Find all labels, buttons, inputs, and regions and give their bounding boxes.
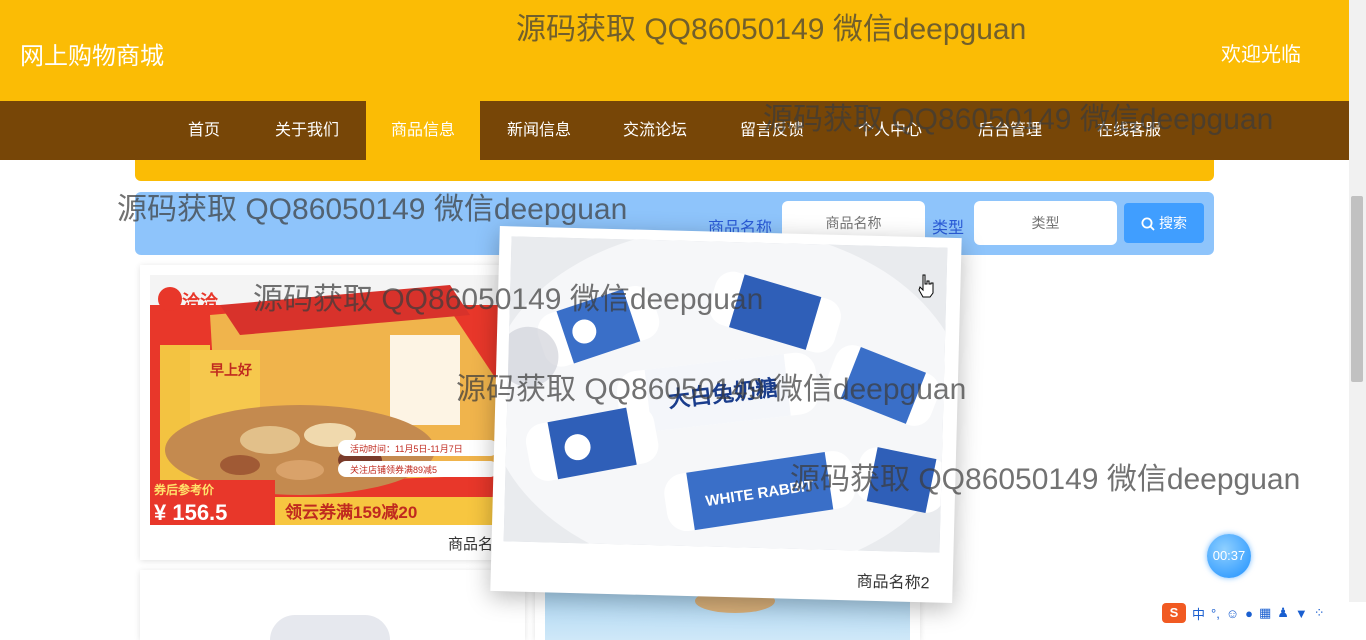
nav-item-feedback[interactable]: 留言反馈 xyxy=(727,101,817,160)
header: 网上购物商城 欢迎光临 xyxy=(0,0,1349,101)
product-image xyxy=(270,615,390,640)
welcome-text: 欢迎光临 xyxy=(1221,44,1301,66)
product-name: 商品名称2 xyxy=(856,573,930,593)
nav-item-forum[interactable]: 交流论坛 xyxy=(610,101,700,160)
product-card[interactable] xyxy=(140,570,525,640)
snack-box-title: 早上好 xyxy=(210,362,252,378)
ime-language[interactable]: 中 xyxy=(1192,604,1205,623)
search-button-label: 搜索 xyxy=(1159,215,1187,231)
emoji-icon[interactable]: ☺ xyxy=(1226,606,1239,621)
banner-strip xyxy=(135,160,1214,181)
scrollbar-thumb[interactable] xyxy=(1351,196,1363,382)
product-image[interactable]: 洽洽 早上好 活动时间：11月5日-11月7日 关注店铺领券满89减5 券后参考… xyxy=(150,275,515,525)
type-input[interactable] xyxy=(974,201,1117,245)
snack-coupon: 领云券满159减20 xyxy=(285,502,417,522)
skin-icon[interactable]: ▼ xyxy=(1295,606,1308,621)
user-icon[interactable]: ♟ xyxy=(1277,605,1289,621)
snack-promo-1: 活动时间：11月5日-11月7日 xyxy=(350,443,463,454)
nav-item-about[interactable]: 关于我们 xyxy=(262,101,352,160)
hand-cursor-icon xyxy=(918,274,934,298)
nav-item-products[interactable]: 商品信息 xyxy=(366,101,480,160)
ime-toolbar: S 中 °, ☺ ● ▦ ♟ ▼ ⁘ xyxy=(1158,602,1366,624)
grid-menu-icon[interactable]: ⁘ xyxy=(1314,605,1325,621)
search-icon xyxy=(1141,217,1155,231)
punctuation-icon[interactable]: °, xyxy=(1211,606,1220,621)
nav-item-admin[interactable]: 后台管理 xyxy=(965,101,1055,160)
nav-item-news[interactable]: 新闻信息 xyxy=(494,101,584,160)
product-image[interactable]: 大白兔奶糖 WHITE RABBIT xyxy=(503,236,948,553)
microphone-icon[interactable]: ● xyxy=(1245,606,1253,621)
main-nav: 首页 关于我们 商品信息 新闻信息 交流论坛 留言反馈 个人中心 后台管理 在线… xyxy=(0,101,1349,160)
snack-price: ¥ 156.5 xyxy=(154,500,227,525)
type-label: 类型 xyxy=(932,220,965,237)
snack-price-label: 券后参考价 xyxy=(153,482,215,497)
snack-promo-2: 关注店铺领券满89减5 xyxy=(350,464,437,475)
nav-item-support[interactable]: 在线客服 xyxy=(1084,101,1174,160)
nav-item-home[interactable]: 首页 xyxy=(171,101,237,160)
product-card[interactable]: 洽洽 早上好 活动时间：11月5日-11月7日 关注店铺领券满89减5 券后参考… xyxy=(140,265,525,560)
nav-item-profile[interactable]: 个人中心 xyxy=(845,101,935,160)
snack-brand: 洽洽 xyxy=(182,291,219,312)
product-card-hover[interactable]: 大白兔奶糖 WHITE RABBIT 商品名称2 xyxy=(490,226,962,603)
search-button[interactable]: 搜索 xyxy=(1124,203,1204,243)
timer-badge[interactable]: 00:37 xyxy=(1207,534,1251,578)
site-title: 网上购物商城 xyxy=(20,43,164,70)
sogou-logo-icon[interactable]: S xyxy=(1162,603,1186,623)
keyboard-icon[interactable]: ▦ xyxy=(1259,605,1271,621)
